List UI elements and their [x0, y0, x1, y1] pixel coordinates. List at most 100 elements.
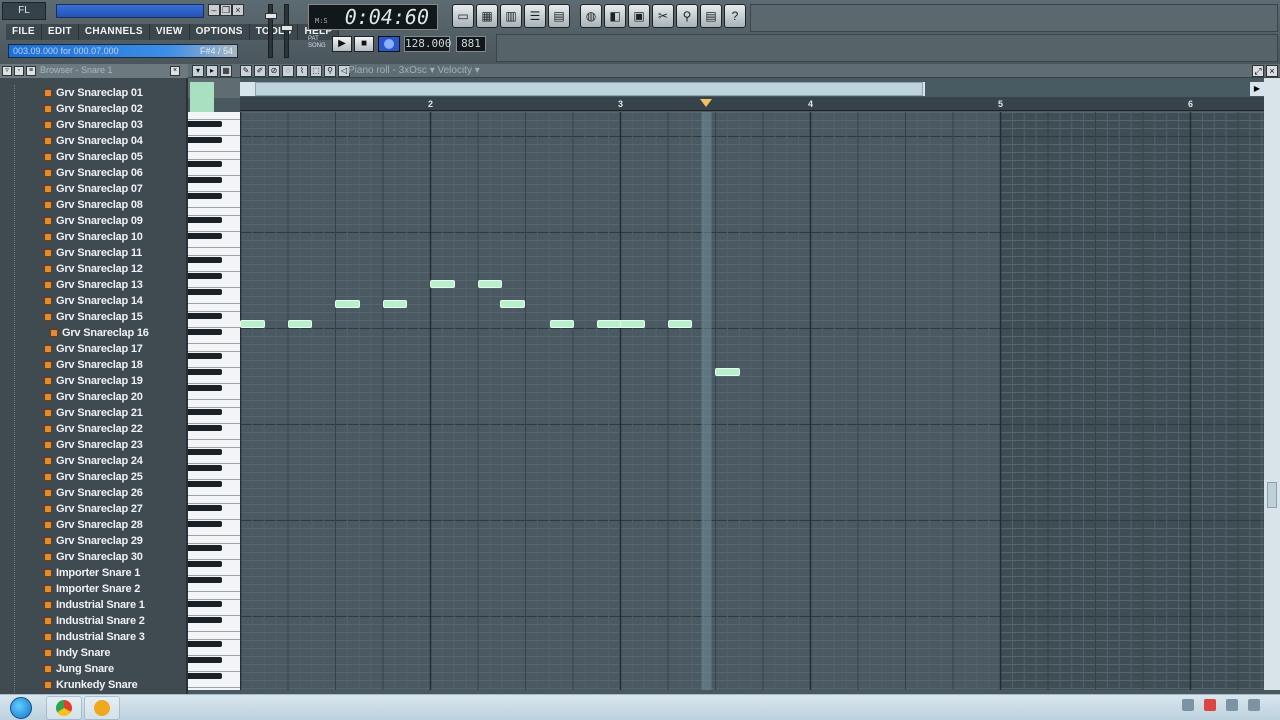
step-sequencer-icon[interactable]: ▦ [476, 4, 498, 28]
black-key[interactable] [188, 313, 222, 319]
midi-note[interactable] [382, 300, 408, 308]
white-key[interactable] [188, 135, 240, 136]
white-key[interactable] [188, 367, 240, 368]
browser-item[interactable]: Grv Snareclap 10 [0, 229, 186, 245]
horizontal-scroll-track[interactable] [925, 82, 1260, 96]
white-key[interactable] [188, 639, 240, 640]
stop-button[interactable]: ■ [354, 36, 374, 52]
browser-item[interactable]: Grv Snareclap 11 [0, 245, 186, 261]
black-key[interactable] [188, 577, 222, 583]
black-key[interactable] [188, 617, 222, 623]
white-key[interactable] [188, 615, 240, 616]
white-key[interactable] [188, 439, 240, 440]
white-key[interactable] [188, 519, 240, 520]
black-key[interactable] [188, 425, 222, 431]
white-key[interactable] [188, 495, 240, 496]
playlist-icon[interactable]: ▭ [452, 4, 474, 28]
browser-item[interactable]: Grv Snareclap 17 [0, 341, 186, 357]
midi-note[interactable] [500, 300, 525, 308]
white-key[interactable] [188, 287, 240, 288]
black-key[interactable] [188, 353, 222, 359]
browser-item[interactable]: Grv Snareclap 13 [0, 277, 186, 293]
midi-note[interactable] [477, 280, 503, 288]
midi-note[interactable] [287, 320, 313, 328]
piano-keyboard[interactable] [188, 112, 240, 690]
taskbar-fl-studio[interactable] [84, 696, 120, 720]
white-key[interactable] [188, 351, 240, 352]
white-key[interactable] [188, 687, 240, 688]
midi-note[interactable] [715, 368, 740, 376]
midi-note[interactable] [240, 320, 265, 328]
tray-speaker-icon[interactable] [1248, 699, 1260, 711]
white-key[interactable] [188, 535, 240, 536]
paint-tool-icon[interactable]: ✐ [254, 65, 266, 77]
browser-item[interactable]: Grv Snareclap 15 [0, 309, 186, 325]
white-key[interactable] [188, 247, 240, 248]
browser-item[interactable]: Grv Snareclap 04 [0, 133, 186, 149]
piano-roll-close-icon[interactable]: × [1266, 65, 1278, 77]
restore-icon[interactable]: ❐ [220, 4, 232, 16]
browser-item[interactable]: Grv Snareclap 18 [0, 357, 186, 373]
black-key[interactable] [188, 601, 222, 607]
white-key[interactable] [188, 159, 240, 160]
browser-item[interactable]: Grv Snareclap 28 [0, 517, 186, 533]
piano-roll-maximize-icon[interactable]: ⤢ [1252, 65, 1264, 77]
browser-icon[interactable]: ☰ [524, 4, 546, 28]
black-key[interactable] [188, 465, 222, 471]
minimize-icon[interactable]: – [208, 4, 220, 16]
black-key[interactable] [188, 369, 222, 375]
close-icon[interactable]: × [232, 4, 244, 16]
browser-item[interactable]: Krunkedy Snare [0, 677, 186, 693]
white-key[interactable] [188, 463, 240, 464]
black-key[interactable] [188, 385, 222, 391]
browser-item[interactable]: Grv Snareclap 09 [0, 213, 186, 229]
black-key[interactable] [188, 521, 222, 527]
white-key[interactable] [188, 423, 240, 424]
menu-file[interactable]: FILE [6, 24, 42, 40]
white-key[interactable] [188, 231, 240, 232]
menu-channels[interactable]: CHANNELS [78, 24, 150, 40]
browser-item[interactable]: Grv Snareclap 06 [0, 165, 186, 181]
piano-roll-icon[interactable]: ▥ [500, 4, 522, 28]
note-grid[interactable] [240, 112, 1264, 690]
white-key[interactable] [188, 383, 240, 384]
white-key[interactable] [188, 119, 240, 120]
piano-roll-target[interactable]: Velocity [438, 65, 472, 76]
browser-item[interactable]: Grv Snareclap 22 [0, 421, 186, 437]
browser-item[interactable]: Grv Snareclap 24 [0, 453, 186, 469]
white-key[interactable] [188, 271, 240, 272]
browser-item[interactable]: Grv Snareclap 07 [0, 181, 186, 197]
delete-tool-icon[interactable]: ⊘ [268, 65, 280, 77]
browser-item[interactable]: Grv Snareclap 30 [0, 549, 186, 565]
black-key[interactable] [188, 409, 222, 415]
black-key[interactable] [188, 289, 222, 295]
draw-tool-icon[interactable]: ✎ [240, 65, 252, 77]
project-info-icon[interactable]: ▤ [700, 4, 722, 28]
browser-item[interactable]: Grv Snareclap 19 [0, 373, 186, 389]
black-key[interactable] [188, 233, 222, 239]
black-key[interactable] [188, 481, 222, 487]
white-key[interactable] [188, 671, 240, 672]
black-key[interactable] [188, 329, 222, 335]
browser-item[interactable]: Grv Snareclap 01 [0, 85, 186, 101]
vertical-scrollbar[interactable] [1264, 78, 1280, 690]
white-key[interactable] [188, 207, 240, 208]
white-key[interactable] [188, 599, 240, 600]
browser-item[interactable]: Grv Snareclap 12 [0, 261, 186, 277]
slice-tool-icon[interactable]: ⌇ [296, 65, 308, 77]
black-key[interactable] [188, 217, 222, 223]
tempo-display[interactable]: 128.000 [404, 36, 451, 52]
menu-edit[interactable]: EDIT [41, 24, 79, 40]
browser-collapse-icon[interactable]: ◦ [14, 66, 24, 76]
white-key[interactable] [188, 151, 240, 152]
tray-network-icon[interactable] [1226, 699, 1238, 711]
browser-item[interactable]: Grv Snareclap 20 [0, 389, 186, 405]
black-key[interactable] [188, 561, 222, 567]
browser-item[interactable]: Grv Snareclap 21 [0, 405, 186, 421]
black-key[interactable] [188, 137, 222, 143]
black-key[interactable] [188, 673, 222, 679]
black-key[interactable] [188, 161, 222, 167]
song-time-display[interactable]: M:S 0:04:60 [308, 4, 438, 30]
mute-tool-icon[interactable]: ◌ [282, 65, 294, 77]
white-key[interactable] [188, 543, 240, 544]
